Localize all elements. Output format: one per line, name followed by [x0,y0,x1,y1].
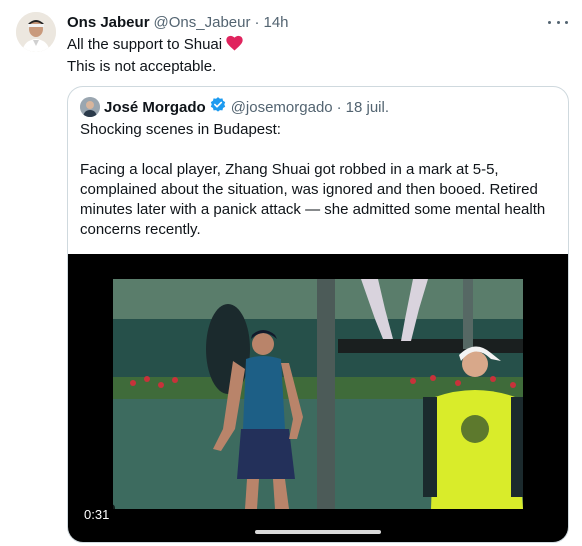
tweet-text-line-1: All the support to Shuai [67,36,223,53]
quoted-paragraph-2-line-3: minutes later with a panick attack — she… [80,201,546,218]
quoted-tweet[interactable]: José Morgado @josemorgado · 18 juil. Sho… [67,86,569,543]
more-horizontal-icon[interactable] [548,14,568,30]
quoted-author-avatar[interactable] [80,97,100,117]
tweet[interactable]: Ons Jabeur @Ons_Jabeur · 14h All the sup… [0,0,582,546]
quoted-timestamp[interactable]: 18 juil. [346,99,389,116]
quoted-paragraph-2-line-1: Facing a local player, Zhang Shuai got r… [80,161,499,178]
video-progress-bar[interactable] [255,530,381,534]
verified-badge-icon [209,96,227,118]
tweet-timestamp[interactable]: 14h [263,14,288,31]
tweet-text-line-2: This is not acceptable. [67,58,217,75]
quoted-author-handle[interactable]: @josemorgado [231,99,333,116]
red-heart-icon [226,35,243,57]
quoted-paragraph-2-line-4: concerns recently. [80,221,201,238]
quoted-tweet-header: José Morgado @josemorgado · 18 juil. [80,97,389,117]
tweet-header: Ons Jabeur @Ons_Jabeur · 14h [67,12,289,32]
quoted-header-separator: · [336,98,342,116]
author-name[interactable]: Ons Jabeur [67,14,150,31]
quoted-tweet-text: Shocking scenes in Budapest: Facing a lo… [80,120,558,240]
quoted-paragraph-1: Shocking scenes in Budapest: [80,121,281,138]
video-duration: 0:31 [78,504,116,526]
author-avatar[interactable] [16,12,56,52]
tweet-text: All the support to Shuai This is not acc… [67,35,243,77]
quoted-author-name[interactable]: José Morgado [104,99,206,116]
quoted-paragraph-2-line-2: complained about the situation, was igno… [80,181,538,198]
video-player[interactable]: 0:31 [68,254,568,542]
video-frame [113,279,523,509]
author-handle[interactable]: @Ons_Jabeur [154,14,251,31]
header-separator: · [254,13,260,31]
